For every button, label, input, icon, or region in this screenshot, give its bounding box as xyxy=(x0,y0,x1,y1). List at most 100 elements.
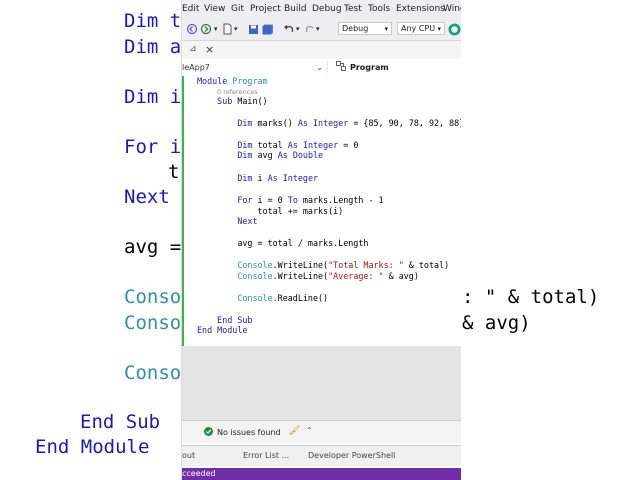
code-token: Dim xyxy=(197,150,258,160)
code-token: avg = total / marks.Length xyxy=(197,238,369,248)
code-token: .WriteLine( xyxy=(272,260,329,270)
bg-line: For i xyxy=(124,136,182,158)
code-token: As Integer xyxy=(267,173,319,183)
back-icon[interactable] xyxy=(186,23,198,35)
code-line: Next xyxy=(197,216,258,226)
menu-view[interactable]: View xyxy=(204,4,225,14)
code-token: & avg) xyxy=(383,271,419,281)
configuration-select[interactable]: Debug ▾ xyxy=(338,22,392,35)
menu-extensions[interactable]: Extensions xyxy=(396,4,445,14)
platform-select[interactable]: Any CPU ▾ xyxy=(397,22,445,35)
code-token: marks() xyxy=(257,118,298,128)
code-line: Console.ReadLine() xyxy=(197,293,328,303)
code-token: Console xyxy=(197,293,273,303)
code-token: "Average: " xyxy=(328,271,384,281)
menu-build[interactable]: Build xyxy=(284,4,307,14)
bg-line: & avg) xyxy=(462,312,531,334)
code-editor[interactable]: Module Program 0 references Sub Main() Di… xyxy=(182,76,461,346)
bg-line: End Module xyxy=(35,436,150,458)
code-line: Dim i As Integer xyxy=(197,173,318,183)
bg-line: : " & total) xyxy=(462,286,600,308)
chevron-down-icon: ⌄ xyxy=(316,62,323,72)
editor-empty-area xyxy=(182,346,461,420)
code-token: total += marks(i) xyxy=(197,206,344,216)
document-tab-strip: ⊿ × xyxy=(182,41,461,60)
menu-bar: Edit View Git Project Build Debug Test T… xyxy=(182,0,461,18)
code-token: .WriteLine( xyxy=(272,271,329,281)
redo-icon[interactable] xyxy=(304,23,316,35)
code-line: Dim total As Integer = 0 xyxy=(197,140,358,150)
dropdown-arrow-icon[interactable]: ▾ xyxy=(316,23,320,35)
chevron-up-icon[interactable]: ⌃ xyxy=(306,426,313,435)
class-icon xyxy=(336,61,346,73)
bg-line: Conso xyxy=(124,362,182,384)
menu-debug[interactable]: Debug xyxy=(312,4,342,14)
code-line: avg = total / marks.Length xyxy=(197,238,368,248)
forward-icon[interactable] xyxy=(200,23,212,35)
issues-indicator[interactable]: No issues found xyxy=(204,427,281,438)
menu-window[interactable]: Wind xyxy=(443,4,461,14)
chevron-down-icon: ▾ xyxy=(437,24,441,33)
dropdown-arrow-icon[interactable]: ▾ xyxy=(234,23,238,35)
bg-line: Dim a xyxy=(124,36,182,58)
code-token: Main() xyxy=(237,96,268,106)
new-file-icon[interactable] xyxy=(222,23,233,35)
status-bar: cceeded xyxy=(182,468,461,480)
tab-error-list[interactable]: Error List ... xyxy=(243,451,289,460)
menu-test[interactable]: Test xyxy=(344,4,362,14)
brush-icon[interactable]: 🖌 xyxy=(289,426,300,436)
code-token: As Double xyxy=(277,150,324,160)
save-all-icon[interactable] xyxy=(262,23,274,35)
code-token: End Sub xyxy=(197,315,253,325)
code-token: Program xyxy=(232,76,268,86)
dropdown-arrow-icon[interactable]: ▾ xyxy=(214,23,218,35)
code-token: Dim xyxy=(197,140,258,150)
run-icon[interactable] xyxy=(448,23,461,35)
code-token: Dim xyxy=(197,173,258,183)
build-status-text: cceeded xyxy=(182,469,216,478)
bg-line: t xyxy=(168,161,180,183)
change-indicator-bar xyxy=(182,76,184,346)
menu-edit[interactable]: Edit xyxy=(182,4,199,14)
tool-window-tabs: out Error List ... Developer PowerShell xyxy=(182,445,461,466)
code-token: marks.Length - 1 xyxy=(302,195,384,205)
codelens-references[interactable]: 0 references xyxy=(217,88,258,96)
code-token: & total) xyxy=(403,260,450,270)
bg-line: Conso xyxy=(124,312,182,334)
member-dropdown[interactable]: Program xyxy=(336,61,456,73)
code-token: As Integer xyxy=(287,140,339,150)
code-token: avg xyxy=(257,150,278,160)
code-line: End Sub xyxy=(197,315,252,325)
project-dropdown[interactable]: leApp7 ⌄ xyxy=(182,61,328,73)
code-token: Console xyxy=(197,271,273,281)
code-token: = 0 xyxy=(338,140,359,150)
code-token: Sub xyxy=(197,96,238,106)
code-line: Dim marks() As Integer = {85, 90, 78, 92… xyxy=(197,118,461,128)
code-token: .ReadLine() xyxy=(272,293,329,303)
chevron-down-icon: ▾ xyxy=(384,24,388,33)
code-line: Console.WriteLine("Average: " & avg) xyxy=(197,271,419,281)
menu-project[interactable]: Project xyxy=(250,4,281,14)
dropdown-arrow-icon[interactable]: ▾ xyxy=(296,23,300,35)
close-icon[interactable]: × xyxy=(205,43,214,56)
code-line: Console.WriteLine("Total Marks: " & tota… xyxy=(197,260,449,270)
tab-developer-powershell[interactable]: Developer PowerShell xyxy=(308,451,395,460)
check-circle-icon xyxy=(204,427,213,438)
code-token: End Module xyxy=(197,325,248,335)
menu-git[interactable]: Git xyxy=(231,4,244,14)
code-token: i = 0 xyxy=(257,195,288,205)
code-token: Next xyxy=(197,216,258,226)
code-token: Dim xyxy=(197,118,258,128)
undo-icon[interactable] xyxy=(283,23,295,35)
tab-output[interactable]: out xyxy=(182,451,195,460)
code-token: For xyxy=(197,195,258,205)
menu-tools[interactable]: Tools xyxy=(368,4,390,14)
bg-line: Dim i xyxy=(124,86,182,108)
configuration-value: Debug xyxy=(342,24,369,33)
code-token: Module xyxy=(197,76,233,86)
bg-line: End Sub xyxy=(80,411,161,433)
save-icon[interactable] xyxy=(248,23,259,35)
issues-text: No issues found xyxy=(217,428,281,437)
pin-icon[interactable]: ⊿ xyxy=(189,44,197,54)
code-line: total += marks(i) xyxy=(197,206,344,216)
